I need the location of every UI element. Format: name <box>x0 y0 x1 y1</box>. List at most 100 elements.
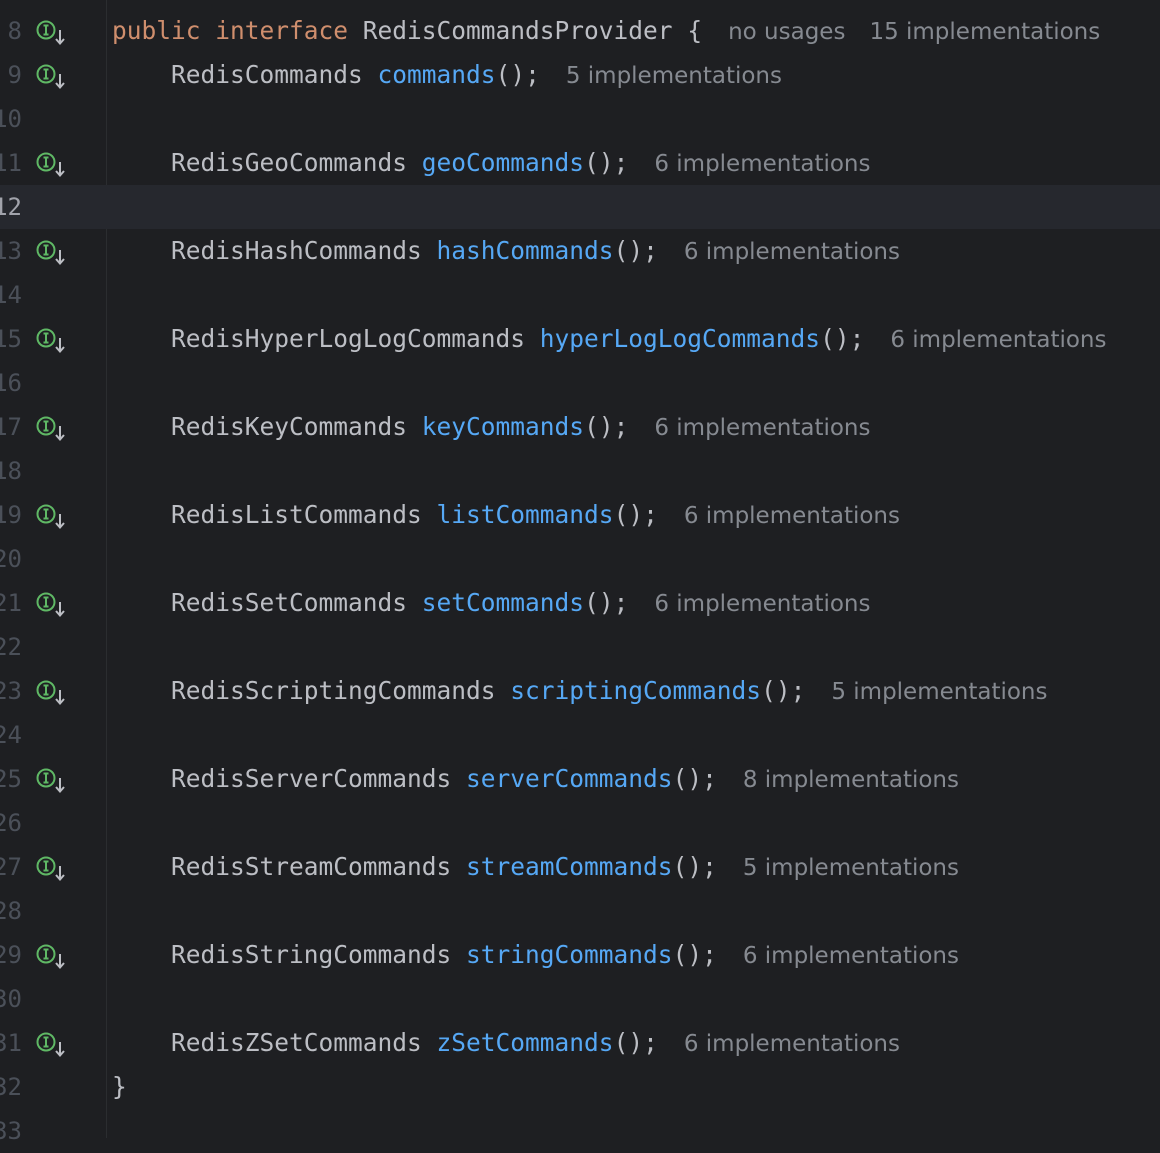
implemented-method-icon[interactable] <box>35 326 69 354</box>
method-name: serverCommands <box>466 764 673 793</box>
code-line-13[interactable]: 13 RedisHashCommands hashCommands(); 6 im… <box>0 229 1160 273</box>
code-line-22[interactable]: 22 <box>0 625 1160 669</box>
line-number[interactable]: 26 <box>0 801 22 845</box>
line-number[interactable]: 14 <box>0 273 22 317</box>
line-number[interactable]: 13 <box>0 229 22 273</box>
implementations-hint[interactable]: 6 implementations <box>743 943 959 969</box>
method-name: streamCommands <box>466 852 673 881</box>
code-line-32[interactable]: 32 } <box>0 1065 1160 1109</box>
implemented-interface-icon[interactable] <box>35 18 69 46</box>
code-line-28[interactable]: 28 <box>0 889 1160 933</box>
implementations-hint[interactable]: 6 implementations <box>654 151 870 177</box>
implementations-hint[interactable]: 5 implementations <box>743 855 959 881</box>
code-line-20[interactable]: 20 <box>0 537 1160 581</box>
line-number[interactable]: 22 <box>0 625 22 669</box>
code-text[interactable]: RedisStreamCommands streamCommands(); 5 i… <box>112 845 959 889</box>
implemented-method-icon[interactable] <box>35 854 69 882</box>
line-number[interactable]: 29 <box>0 933 22 977</box>
implemented-method-icon[interactable] <box>35 414 69 442</box>
line-number[interactable]: 23 <box>0 669 22 713</box>
code-line-18[interactable]: 18 <box>0 449 1160 493</box>
implementations-hint[interactable]: 6 implementations <box>654 591 870 617</box>
keyword: public interface <box>112 16 349 45</box>
implemented-method-icon[interactable] <box>35 942 69 970</box>
usages-hint[interactable]: no usages <box>728 19 845 45</box>
code-line-21[interactable]: 21 RedisSetCommands setCommands(); 6 impl… <box>0 581 1160 625</box>
line-number[interactable]: 17 <box>0 405 22 449</box>
line-number[interactable]: 31 <box>0 1021 22 1065</box>
implementations-hint[interactable]: 5 implementations <box>831 679 1047 705</box>
line-number[interactable]: 32 <box>0 1065 22 1109</box>
line-number[interactable]: 12 <box>0 185 22 229</box>
line-number[interactable]: 25 <box>0 757 22 801</box>
method-name: listCommands <box>436 500 614 529</box>
implementations-hint[interactable]: 5 implementations <box>566 63 782 89</box>
code-line-31[interactable]: 31 RedisZSetCommands zSetCommands(); 6 im… <box>0 1021 1160 1065</box>
code-line-12-current[interactable]: 12 <box>0 185 1160 229</box>
code-text[interactable]: RedisZSetCommands zSetCommands(); 6 imple… <box>112 1021 900 1065</box>
code-line-14[interactable]: 14 <box>0 273 1160 317</box>
code-text[interactable]: public interface RedisCommandsProvider {… <box>112 9 1100 53</box>
code-editor[interactable]: 8 public interface RedisCommandsProvider… <box>0 0 1160 1145</box>
code-text[interactable]: RedisStringCommands stringCommands(); 6 i… <box>112 933 959 977</box>
code-line-11[interactable]: 11 RedisGeoCommands geoCommands(); 6 impl… <box>0 141 1160 185</box>
method-punctuation: (); <box>613 500 658 529</box>
code-line-16[interactable]: 16 <box>0 361 1160 405</box>
implemented-method-icon[interactable] <box>35 678 69 706</box>
code-line-25[interactable]: 25 RedisServerCommands serverCommands();… <box>0 757 1160 801</box>
implemented-method-icon[interactable] <box>35 1030 69 1058</box>
implemented-method-icon[interactable] <box>35 62 69 90</box>
code-text[interactable]: RedisListCommands listCommands(); 6 imple… <box>112 493 900 537</box>
implementations-hint[interactable]: 6 implementations <box>654 415 870 441</box>
code-text[interactable]: RedisHashCommands hashCommands(); 6 imple… <box>112 229 900 273</box>
implemented-method-icon[interactable] <box>35 150 69 178</box>
code-text[interactable]: RedisCommands commands(); 5 implementatio… <box>112 53 782 97</box>
code-line-33[interactable]: 33 <box>0 1109 1160 1153</box>
line-number[interactable]: 28 <box>0 889 22 933</box>
return-type: RedisServerCommands <box>171 764 452 793</box>
code-line-30[interactable]: 30 <box>0 977 1160 1021</box>
code-line-29[interactable]: 29 RedisStringCommands stringCommands();… <box>0 933 1160 977</box>
code-line-19[interactable]: 19 RedisListCommands listCommands(); 6 im… <box>0 493 1160 537</box>
code-text[interactable]: RedisKeyCommands keyCommands(); 6 impleme… <box>112 405 870 449</box>
line-number[interactable]: 20 <box>0 537 22 581</box>
implementations-hint[interactable]: 8 implementations <box>743 767 959 793</box>
implementations-hint[interactable]: 6 implementations <box>684 239 900 265</box>
line-number[interactable]: 21 <box>0 581 22 625</box>
implementations-hint[interactable]: 6 implementations <box>684 1031 900 1057</box>
code-text[interactable]: RedisSetCommands setCommands(); 6 impleme… <box>112 581 870 625</box>
line-number[interactable]: 9 <box>8 53 22 97</box>
code-line-27[interactable]: 27 RedisStreamCommands streamCommands();… <box>0 845 1160 889</box>
line-number[interactable]: 19 <box>0 493 22 537</box>
code-line-17[interactable]: 17 RedisKeyCommands keyCommands(); 6 impl… <box>0 405 1160 449</box>
implemented-method-icon[interactable] <box>35 766 69 794</box>
implementations-hint[interactable]: 6 implementations <box>890 327 1106 353</box>
code-line-9[interactable]: 9 RedisCommands commands(); 5 implementat… <box>0 53 1160 97</box>
line-number[interactable]: 15 <box>0 317 22 361</box>
line-number[interactable]: 27 <box>0 845 22 889</box>
code-line-10[interactable]: 10 <box>0 97 1160 141</box>
implemented-method-icon[interactable] <box>35 502 69 530</box>
implemented-method-icon[interactable] <box>35 590 69 618</box>
code-line-24[interactable]: 24 <box>0 713 1160 757</box>
line-number[interactable]: 8 <box>8 9 22 53</box>
code-line-23[interactable]: 23 RedisScriptingCommands scriptingComma… <box>0 669 1160 713</box>
line-number[interactable]: 11 <box>0 141 22 185</box>
implemented-method-icon[interactable] <box>35 238 69 266</box>
code-text[interactable]: RedisHyperLogLogCommands hyperLogLogComm… <box>112 317 1106 361</box>
code-line-26[interactable]: 26 <box>0 801 1160 845</box>
implementations-hint[interactable]: 6 implementations <box>684 503 900 529</box>
code-text[interactable]: } <box>112 1065 127 1109</box>
line-number[interactable]: 33 <box>0 1109 22 1153</box>
line-number[interactable]: 30 <box>0 977 22 1021</box>
line-number[interactable]: 24 <box>0 713 22 757</box>
line-number[interactable]: 18 <box>0 449 22 493</box>
code-text[interactable]: RedisScriptingCommands scriptingCommands… <box>112 669 1047 713</box>
code-text[interactable]: RedisGeoCommands geoCommands(); 6 impleme… <box>112 141 870 185</box>
line-number[interactable]: 10 <box>0 97 22 141</box>
code-line-8[interactable]: 8 public interface RedisCommandsProvider… <box>0 9 1160 53</box>
line-number[interactable]: 16 <box>0 361 22 405</box>
implementations-hint[interactable]: 15 implementations <box>869 19 1100 45</box>
code-line-15[interactable]: 15 RedisHyperLogLogCommands hyperLogLogC… <box>0 317 1160 361</box>
code-text[interactable]: RedisServerCommands serverCommands(); 8 i… <box>112 757 959 801</box>
